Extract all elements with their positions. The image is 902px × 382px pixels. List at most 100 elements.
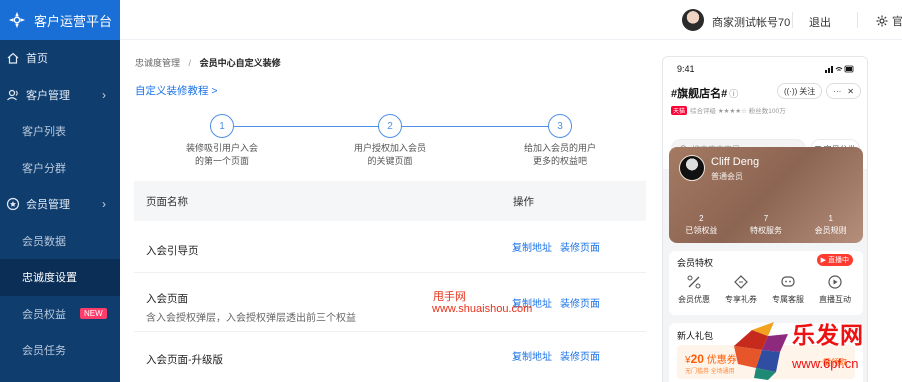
- member-stat[interactable]: 2 已领权益: [669, 213, 734, 237]
- decorate-page-link[interactable]: 装修页面: [560, 243, 600, 254]
- shop-actions: ((·)) 关注 ··· ✕: [776, 83, 861, 99]
- step-description: 装修吸引用户入会 的第一个页面: [162, 142, 282, 168]
- perk-item[interactable]: 直播互动: [812, 273, 858, 305]
- close-icon[interactable]: ✕: [847, 87, 854, 96]
- sidebar-item[interactable]: 忠诚度设置: [0, 259, 120, 296]
- shop-rating: 综合评级 ★★★★☆ 粉丝数100万: [690, 108, 786, 115]
- sidebar-item-label: 会员管理: [26, 199, 70, 212]
- account-name[interactable]: 商家测试帐号70: [712, 14, 790, 30]
- table-row: 入会引导页 复制地址 装修页面: [134, 221, 646, 273]
- info-icon[interactable]: ⓘ: [729, 89, 738, 99]
- settings-icon: [876, 15, 888, 27]
- corner-watermark-logo: 乐发网 www.6pf.cn: [728, 316, 902, 382]
- step-description: 给加入会员的用户 更多的权益吧: [500, 142, 620, 168]
- divider: [857, 12, 858, 28]
- shop-name: #旗舰店名#: [671, 88, 728, 100]
- sidebar-nav: 首页客户管理 › 客户列表 客户分群会员管理 › 会员数据忠诚度设置会员权益 NEW 会员任务: [0, 40, 120, 369]
- stat-label: 特权服务: [750, 226, 782, 235]
- perk-item[interactable]: 专享礼券: [718, 273, 764, 305]
- member-perks: 会员特权 ▶ 直播中 会员优惠 专享礼券 专属客服 直播互动: [669, 251, 863, 315]
- live-icon: [828, 275, 842, 289]
- animal-logo-icon: [734, 322, 788, 380]
- perk-label: 专属客服: [772, 295, 804, 304]
- stat-label: 已领权益: [685, 226, 718, 235]
- step-line: 装修吸引用户入会: [185, 143, 258, 153]
- step-line: 的第一个页面: [194, 156, 249, 166]
- sidebar-item-label: 忠诚度设置: [22, 272, 77, 285]
- step-line: 给加入会员的用户: [523, 143, 596, 153]
- divider: [792, 12, 793, 28]
- service-icon: [781, 276, 795, 287]
- phone-status-bar: 9:41: [663, 57, 867, 81]
- app-brand[interactable]: 客户运营平台: [0, 0, 120, 40]
- more-icon[interactable]: ···: [833, 87, 841, 96]
- signal-battery-icon: [825, 65, 854, 73]
- page-name: 入会引导页: [146, 245, 199, 257]
- perk-item[interactable]: 会员优惠: [671, 273, 717, 305]
- stat-value: 1: [828, 214, 833, 223]
- member-name: Cliff Deng: [711, 156, 760, 168]
- shop-meta: 天猫 综合评级 ★★★★☆ 粉丝数100万: [671, 105, 859, 115]
- perk-label: 专享礼券: [725, 295, 757, 304]
- logout-link[interactable]: 退出: [809, 14, 831, 30]
- star-icon: [6, 198, 20, 211]
- watermark-brand: 乐发网: [792, 322, 864, 349]
- phone-time: 9:41: [677, 64, 695, 74]
- page-name: 入会页面: [146, 293, 188, 305]
- member-card[interactable]: Cliff Deng 普通会员 2 已领权益 7 特权服务 1 会员规则: [669, 147, 863, 243]
- help-label: 官: [892, 16, 902, 28]
- sidebar-item[interactable]: 客户管理 ›: [0, 77, 120, 114]
- perk-item[interactable]: 专属客服: [765, 273, 811, 305]
- capsule-menu[interactable]: ··· ✕: [826, 83, 861, 99]
- sidebar-item[interactable]: 客户列表: [0, 113, 120, 150]
- perks-title: 会员特权: [677, 258, 714, 268]
- sidebar-item[interactable]: 客户分群: [0, 150, 120, 187]
- chevron-right-icon: ›: [102, 197, 106, 212]
- step-number: 2: [378, 114, 402, 138]
- step-connector: [402, 126, 548, 127]
- sidebar-item[interactable]: 会员管理 ›: [0, 186, 120, 223]
- table-row: 入会页面 含入会授权弹层，入会授权弹层透出前三个权益 复制地址 装修页面: [134, 273, 646, 332]
- decorate-page-link[interactable]: 装修页面: [560, 352, 600, 363]
- copy-url-link[interactable]: 复制地址: [512, 243, 552, 254]
- chevron-right-icon: ›: [102, 87, 106, 102]
- step-number: 1: [210, 114, 234, 138]
- member-level: 普通会员: [711, 172, 743, 181]
- row-actions: 复制地址 装修页面: [512, 348, 608, 363]
- stat-value: 7: [763, 214, 769, 223]
- decorate-page-link[interactable]: 装修页面: [560, 299, 600, 310]
- table-header: 页面名称 操作: [134, 181, 646, 221]
- ticket-icon: [734, 275, 748, 289]
- member-avatar: [679, 155, 705, 181]
- step-description: 用户授权加入会员 的关键页面: [330, 142, 450, 168]
- sidebar-item-label: 会员数据: [22, 235, 66, 248]
- sidebar-item[interactable]: 首页: [0, 40, 120, 77]
- sidebar-item[interactable]: 会员权益 NEW: [0, 296, 120, 333]
- breadcrumb-parent[interactable]: 忠诚度管理: [135, 58, 180, 68]
- top-bar: 商家测试帐号70 退出 官: [120, 0, 902, 40]
- member-stat[interactable]: 1 会员规则: [798, 213, 863, 237]
- sidebar-item[interactable]: 会员数据: [0, 223, 120, 260]
- copy-url-link[interactable]: 复制地址: [512, 352, 552, 363]
- breadcrumb-separator: /: [188, 58, 192, 68]
- watermark-url: www.shuaishou.com: [432, 303, 533, 315]
- sidebar-item-label: 首页: [26, 53, 48, 66]
- sidebar-item[interactable]: 会员任务: [0, 332, 120, 369]
- home-icon: [7, 52, 19, 64]
- step-number: 3: [548, 114, 572, 138]
- avatar[interactable]: [682, 9, 704, 31]
- table-row: 入会页面-升级版 复制地址 装修页面: [134, 332, 646, 380]
- follow-button[interactable]: ((·)) 关注: [776, 83, 823, 99]
- app-title: 客户运营平台: [34, 13, 113, 29]
- watermark-brand-url: www.6pf.cn: [792, 356, 859, 371]
- tutorial-link[interactable]: 自定义装修教程 >: [135, 83, 218, 98]
- live-tag[interactable]: ▶ 直播中: [816, 254, 853, 266]
- tmall-tag: 天猫: [671, 105, 688, 115]
- row-actions: 复制地址 装修页面: [512, 239, 608, 254]
- sidebar-item-label: 会员权益: [22, 308, 66, 321]
- member-stat[interactable]: 7 特权服务: [734, 213, 799, 237]
- pages-table: 页面名称 操作 入会引导页 复制地址 装修页面 入会页面 含入会授权弹层，入会授权…: [134, 181, 646, 380]
- stat-label: 会员规则: [814, 226, 847, 235]
- help-link[interactable]: 官: [876, 13, 902, 29]
- step-line: 的关键页面: [367, 156, 413, 166]
